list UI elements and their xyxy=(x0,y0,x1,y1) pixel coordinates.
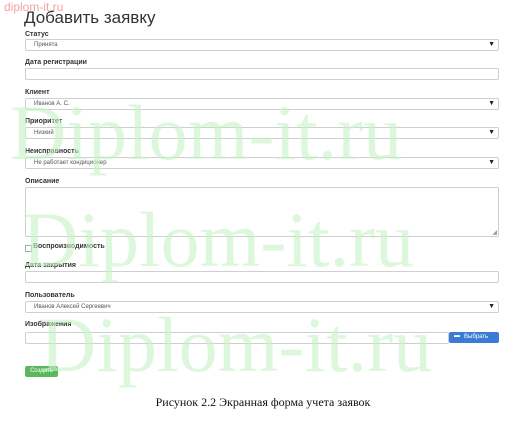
reproducible-label: Воспроизводимость xyxy=(33,243,105,250)
user-value: Иванов Алексей Сергеевич xyxy=(34,304,111,310)
fault-label: Неисправность xyxy=(25,148,79,155)
images-file-input[interactable] xyxy=(25,332,449,344)
registration-date-input[interactable] xyxy=(25,68,499,80)
user-label: Пользователь xyxy=(25,292,75,299)
priority-label: Приоритет xyxy=(25,118,63,125)
browse-button[interactable]: ▬ Выбрать xyxy=(449,332,499,343)
images-label: Изображения xyxy=(25,321,72,328)
figure-caption: Рисунок 2.2 Экранная форма учета заявок xyxy=(155,395,371,409)
priority-value: Низкий xyxy=(34,130,54,136)
registration-date-label: Дата регистрации xyxy=(25,59,87,66)
priority-select[interactable]: Низкий ▼ xyxy=(25,127,499,139)
chevron-down-icon: ▼ xyxy=(488,159,495,166)
fault-value: Не работает кондиционер xyxy=(34,160,107,166)
resize-handle-icon[interactable]: ◢ xyxy=(492,229,497,236)
chevron-down-icon: ▼ xyxy=(488,41,495,48)
fault-select[interactable]: Не работает кондиционер ▼ xyxy=(25,157,499,169)
client-label: Клиент xyxy=(25,89,50,96)
save-button[interactable]: Создать xyxy=(25,366,58,377)
status-label: Статус xyxy=(25,31,49,38)
folder-icon: ▬ xyxy=(454,333,460,339)
client-select[interactable]: Иванов А. С. ▼ xyxy=(25,98,499,110)
watermark-text: Diplom-it.ru xyxy=(40,301,433,388)
client-value: Иванов А. С. xyxy=(34,101,70,107)
chevron-down-icon: ▼ xyxy=(488,129,495,136)
chevron-down-icon: ▼ xyxy=(488,303,495,310)
browse-button-label: Выбрать xyxy=(464,334,489,340)
chevron-down-icon: ▼ xyxy=(488,100,495,107)
reproducible-checkbox[interactable] xyxy=(25,245,32,252)
user-select[interactable]: Иванов Алексей Сергеевич ▼ xyxy=(25,301,499,313)
page-title: Добавить заявку xyxy=(24,8,156,27)
status-value: Принята xyxy=(34,42,58,48)
description-textarea[interactable]: ◢ xyxy=(25,187,499,237)
close-date-input[interactable] xyxy=(25,271,499,283)
description-label: Описание xyxy=(25,178,60,185)
close-date-label: Дата закрытия xyxy=(25,262,76,269)
status-select[interactable]: Принята ▼ xyxy=(25,39,499,51)
